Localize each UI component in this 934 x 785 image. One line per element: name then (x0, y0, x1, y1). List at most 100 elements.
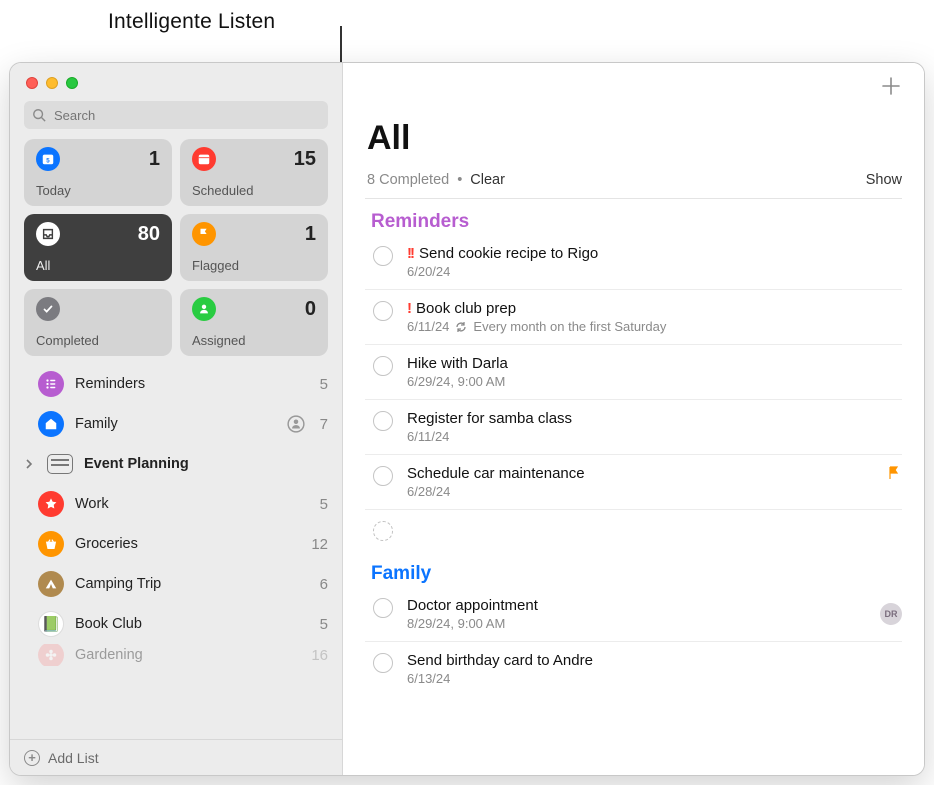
list-count: 12 (311, 536, 328, 553)
list-count: 5 (320, 376, 328, 393)
sidebar: 5 1 Today 15 Scheduled (10, 63, 343, 775)
list-bullet-icon (38, 371, 64, 397)
reminder-title: Doctor appointment (407, 597, 538, 614)
reminder-title: Book club prep (416, 300, 516, 317)
completed-count: 8 Completed (367, 172, 449, 188)
group-name: Event Planning (84, 456, 328, 472)
star-icon (38, 491, 64, 517)
reminder-meta: 8/29/24, 9:00 AM (407, 616, 866, 631)
smart-list-scheduled[interactable]: 15 Scheduled (180, 139, 328, 206)
calendar-day-icon: 5 (36, 147, 60, 171)
smart-count: 0 (305, 298, 316, 321)
list-name: Work (75, 496, 309, 512)
list-work[interactable]: Work 5 (10, 484, 342, 524)
lists-section: Reminders 5 Family 7 Event Planning (10, 364, 342, 739)
list-name: Family (75, 416, 276, 432)
smart-label: Today (36, 183, 160, 198)
separator-dot (455, 172, 464, 188)
list-count: 6 (320, 576, 328, 593)
smart-count: 80 (138, 223, 160, 246)
list-name: Camping Trip (75, 576, 309, 592)
window-controls (10, 63, 342, 101)
list-reminders[interactable]: Reminders 5 (10, 364, 342, 404)
complete-toggle[interactable] (373, 466, 393, 486)
reminder-item[interactable]: Doctor appointment 8/29/24, 9:00 AM DR (365, 587, 902, 642)
minimize-button[interactable] (46, 77, 58, 89)
reminder-item[interactable]: Register for samba class 6/11/24 (365, 400, 902, 455)
assignee-avatar: DR (880, 603, 902, 625)
reminder-item[interactable]: Send birthday card to Andre 6/13/24 (365, 642, 902, 696)
complete-toggle[interactable] (373, 356, 393, 376)
complete-toggle[interactable] (373, 598, 393, 618)
search-icon (32, 108, 46, 122)
reminder-item[interactable]: Hike with Darla 6/29/24, 9:00 AM (365, 345, 902, 400)
plus-circle-icon: + (24, 750, 40, 766)
reminder-title: Schedule car maintenance (407, 465, 585, 482)
app-window: 5 1 Today 15 Scheduled (10, 63, 924, 775)
list-family[interactable]: Family 7 (10, 404, 342, 444)
stack-icon (47, 454, 73, 474)
smart-count: 1 (149, 148, 160, 171)
new-reminder-button[interactable] (880, 75, 902, 97)
complete-toggle[interactable] (373, 411, 393, 431)
smart-list-all[interactable]: 80 All (24, 214, 172, 281)
reminder-date: 6/11/24 (407, 319, 449, 334)
reminder-meta: 6/29/24, 9:00 AM (407, 374, 902, 389)
list-book-club[interactable]: 📗 Book Club 5 (10, 604, 342, 644)
list-count: 7 (320, 416, 328, 433)
smart-label: Scheduled (192, 183, 316, 198)
new-item-toggle[interactable] (373, 521, 393, 541)
complete-toggle[interactable] (373, 246, 393, 266)
checkmark-icon (36, 297, 60, 321)
list-name: Reminders (75, 376, 309, 392)
smart-label: All (36, 258, 160, 273)
tent-icon (38, 571, 64, 597)
smart-list-flagged[interactable]: 1 Flagged (180, 214, 328, 281)
annotation-label: Intelligente Listen (108, 10, 275, 34)
smart-count: 1 (305, 223, 316, 246)
smart-list-assigned[interactable]: 0 Assigned (180, 289, 328, 356)
priority-indicator: !! (407, 245, 413, 262)
reminder-item[interactable]: ! Book club prep 6/11/24 Every month on … (365, 290, 902, 345)
reminder-title: Hike with Darla (407, 355, 508, 372)
reminder-title: Send cookie recipe to Rigo (419, 245, 598, 262)
calendar-icon (192, 147, 216, 171)
section-header-family: Family (365, 551, 902, 587)
list-count: 16 (311, 647, 328, 664)
list-count: 5 (320, 496, 328, 513)
reminder-item[interactable]: !! Send cookie recipe to Rigo 6/20/24 (365, 235, 902, 290)
book-icon: 📗 (38, 611, 64, 637)
house-icon (38, 411, 64, 437)
reminder-title: Send birthday card to Andre (407, 652, 593, 669)
list-name: Gardening (75, 647, 300, 663)
close-button[interactable] (26, 77, 38, 89)
list-groceries[interactable]: Groceries 12 (10, 524, 342, 564)
add-list-button[interactable]: + Add List (10, 739, 342, 775)
main-panel: All 8 Completed Clear Show Reminders !! … (343, 63, 924, 775)
smart-label: Assigned (192, 333, 316, 348)
completed-bar: 8 Completed Clear Show (365, 162, 902, 199)
smart-list-completed[interactable]: Completed (24, 289, 172, 356)
chevron-right-icon (24, 459, 34, 469)
flag-icon (192, 222, 216, 246)
search-input[interactable] (24, 101, 328, 129)
reminder-item[interactable]: Schedule car maintenance 6/28/24 (365, 455, 902, 510)
add-list-label: Add List (48, 750, 99, 766)
smart-label: Completed (36, 333, 160, 348)
smart-lists-grid: 5 1 Today 15 Scheduled (10, 139, 342, 356)
flower-icon (38, 644, 64, 666)
list-camping-trip[interactable]: Camping Trip 6 (10, 564, 342, 604)
maximize-button[interactable] (66, 77, 78, 89)
repeat-icon (455, 321, 467, 333)
list-group-event-planning[interactable]: Event Planning (10, 444, 342, 484)
reminder-meta: 6/11/24 (407, 429, 902, 444)
list-gardening[interactable]: Gardening 16 (10, 644, 342, 666)
flag-icon (886, 465, 902, 481)
show-button[interactable]: Show (866, 172, 902, 188)
complete-toggle[interactable] (373, 301, 393, 321)
reminder-meta: 6/20/24 (407, 264, 902, 279)
clear-button[interactable]: Clear (470, 172, 505, 188)
complete-toggle[interactable] (373, 653, 393, 673)
new-reminder-placeholder[interactable] (365, 510, 902, 551)
smart-list-today[interactable]: 5 1 Today (24, 139, 172, 206)
